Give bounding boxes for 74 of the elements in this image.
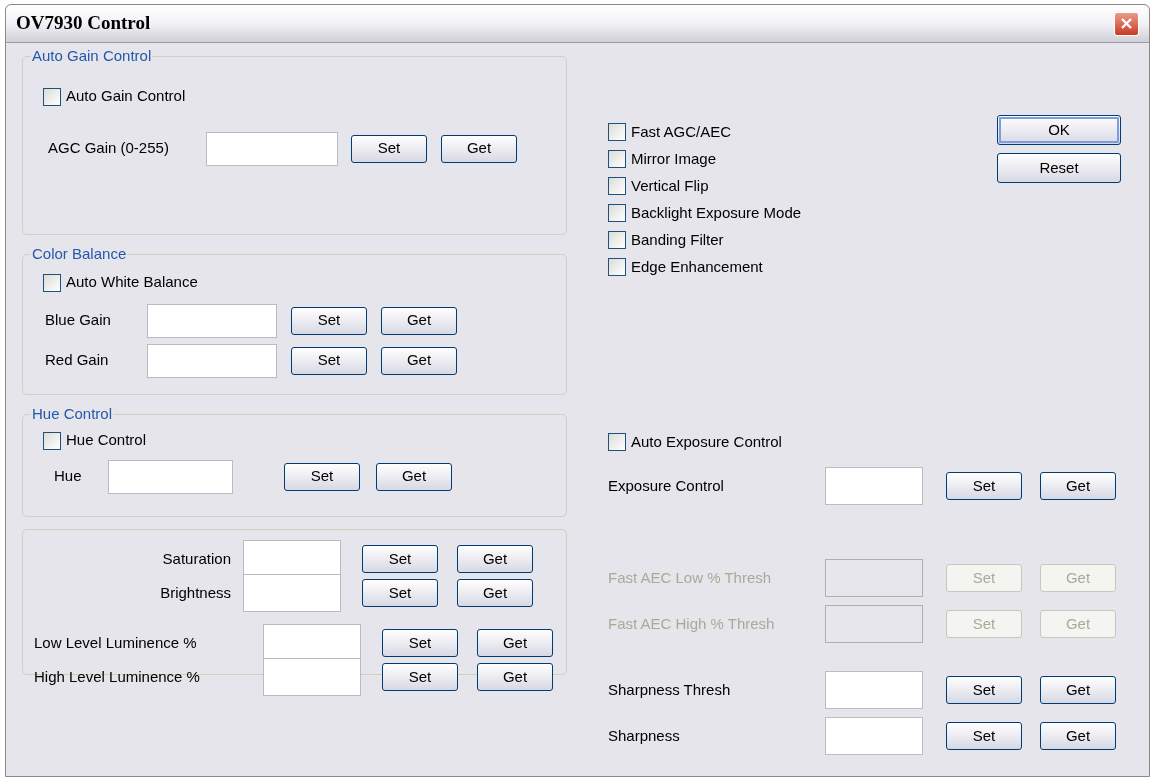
checkbox-label: Backlight Exposure Mode [631, 202, 802, 223]
checkbox-label: Auto White Balance [66, 272, 198, 293]
action-button[interactable]: Set [946, 722, 1022, 750]
field-label: Low Level Luminence % [34, 632, 198, 653]
action-button[interactable]: Get [1040, 722, 1116, 750]
window-title: OV7930 Control [16, 11, 151, 36]
close-button[interactable] [1114, 11, 1139, 36]
group-title: Color Balance [31, 244, 128, 264]
action-button[interactable]: Get [1040, 676, 1116, 704]
checkbox[interactable] [608, 433, 626, 451]
action-button[interactable]: Set [946, 472, 1022, 500]
checkbox-label: Vertical Flip [631, 175, 709, 196]
checkbox-label: Auto Gain Control [66, 86, 186, 107]
input-field[interactable] [147, 303, 277, 338]
action-button[interactable]: Get [457, 579, 533, 607]
input-field[interactable] [825, 467, 923, 505]
input-field[interactable] [825, 605, 923, 643]
action-button[interactable]: Set [362, 545, 438, 573]
input-field[interactable] [825, 671, 923, 709]
action-button[interactable]: Get [1040, 472, 1116, 500]
input-field[interactable] [825, 559, 923, 597]
checkbox-label: Hue Control [66, 430, 147, 451]
action-button[interactable]: Set [351, 134, 427, 163]
field-label: Blue Gain [44, 310, 112, 331]
dialog-button[interactable]: OK [997, 115, 1121, 145]
dialog-button[interactable]: Reset [997, 153, 1121, 183]
input-field[interactable] [243, 574, 341, 612]
field-label: Exposure Control [608, 475, 725, 496]
checkbox-label: Mirror Image [631, 148, 716, 169]
action-button[interactable]: Get [376, 462, 452, 491]
action-button[interactable]: Set [382, 629, 458, 657]
field-label: Sharpness [608, 725, 681, 746]
checkbox[interactable] [608, 150, 626, 168]
field-label: Fast AEC High % Thresh [608, 613, 776, 634]
field-label: Saturation [161, 548, 232, 569]
checkbox-label: Fast AGC/AEC [631, 121, 732, 142]
field-label: High Level Luminence % [34, 666, 201, 687]
field-label: Red Gain [44, 350, 110, 371]
action-button[interactable]: Set [946, 676, 1022, 704]
input-field[interactable] [147, 343, 277, 378]
checkbox[interactable] [608, 258, 626, 276]
field-label: Brightness [159, 582, 232, 603]
group-title: Hue Control [31, 404, 114, 424]
field-label: Hue [53, 466, 83, 487]
checkbox-label: Edge Enhancement [631, 256, 763, 277]
action-button[interactable]: Set [382, 663, 458, 691]
close-icon [1120, 17, 1133, 30]
group-title: Auto Gain Control [31, 46, 153, 66]
checkbox-label: Auto Exposure Control [631, 431, 782, 452]
input-field[interactable] [825, 717, 923, 755]
input-field[interactable] [206, 131, 338, 166]
action-button[interactable]: Get [457, 545, 533, 573]
checkbox[interactable] [608, 123, 626, 141]
checkbox[interactable] [43, 431, 61, 450]
action-button[interactable]: Set [284, 462, 360, 491]
action-button[interactable]: Set [291, 346, 367, 375]
checkbox-label: Banding Filter [631, 229, 724, 250]
input-field[interactable] [263, 658, 361, 696]
checkbox[interactable] [43, 273, 61, 292]
action-button[interactable]: Get [441, 134, 517, 163]
action-button[interactable]: Set [291, 306, 367, 335]
action-button[interactable]: Get [477, 663, 553, 691]
checkbox[interactable] [608, 177, 626, 195]
field-label: AGC Gain (0-255) [47, 138, 170, 159]
checkbox[interactable] [43, 87, 61, 106]
action-button[interactable]: Get [477, 629, 553, 657]
action-button[interactable]: Set [362, 579, 438, 607]
checkbox[interactable] [608, 204, 626, 222]
action-button[interactable]: Get [381, 306, 457, 335]
checkbox[interactable] [608, 231, 626, 249]
field-label: Sharpness Thresh [608, 679, 732, 700]
input-field[interactable] [108, 459, 233, 494]
field-label: Fast AEC Low % Thresh [608, 567, 773, 588]
action-button[interactable]: Get [381, 346, 457, 375]
